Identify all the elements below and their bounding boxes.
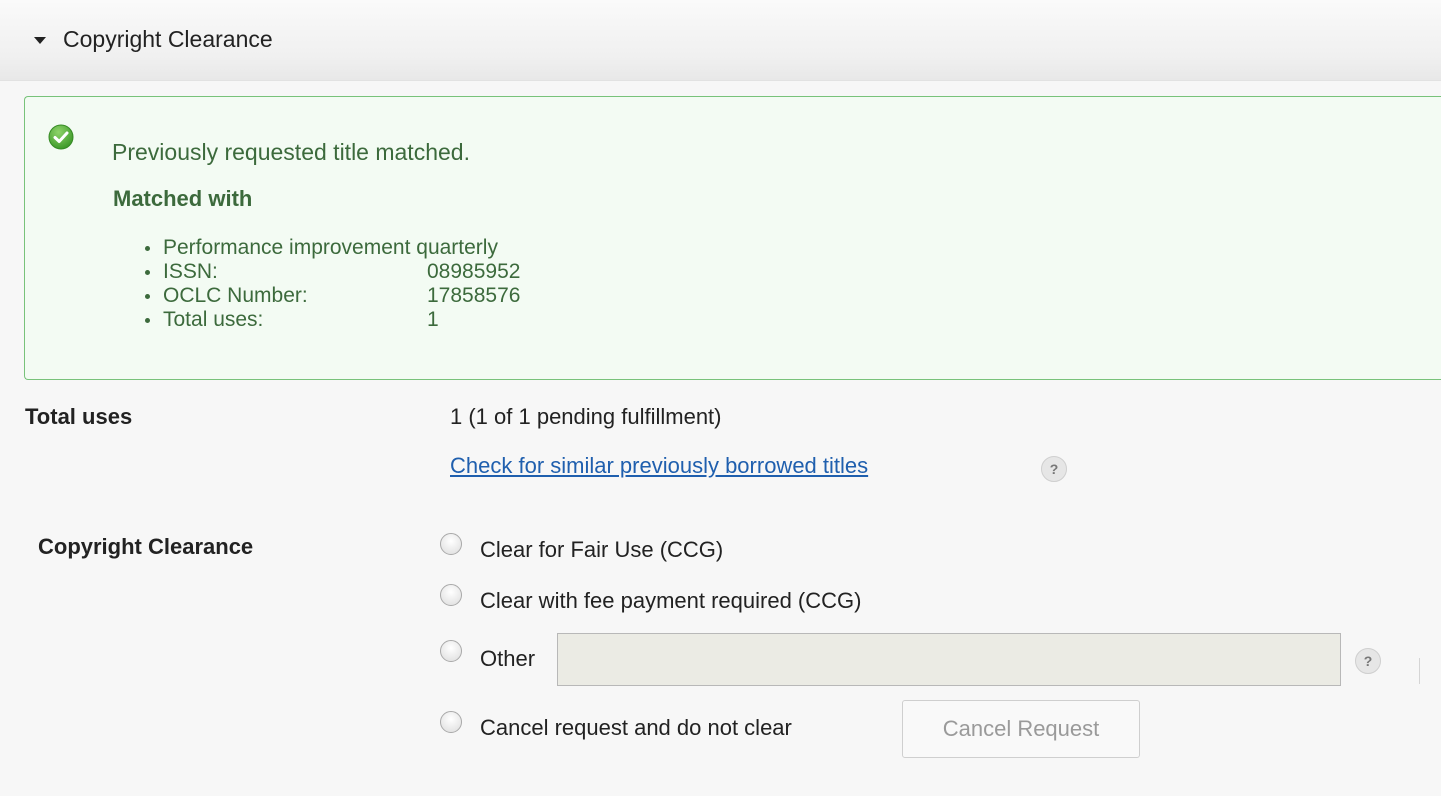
- total-uses-item-label: Total uses:: [163, 308, 264, 331]
- radio-cancel[interactable]: [440, 711, 462, 733]
- option-fair-use-label[interactable]: Clear for Fair Use (CCG): [480, 537, 723, 563]
- option-cancel-label[interactable]: Cancel request and do not clear: [480, 715, 792, 741]
- oclc-label: OCLC Number:: [163, 284, 308, 307]
- alert-message: Previously requested title matched.: [112, 139, 470, 165]
- caret-down-icon[interactable]: [34, 37, 46, 44]
- check-similar-link[interactable]: Check for similar previously borrowed ti…: [450, 453, 868, 479]
- matched-title-value: Performance improvement quarterly: [163, 236, 498, 259]
- check-circle-icon: [48, 124, 74, 150]
- radio-fee-payment[interactable]: [440, 584, 462, 606]
- issn-value: 08985952: [427, 260, 521, 283]
- radio-fair-use[interactable]: [440, 533, 462, 555]
- total-uses-item-value: 1: [427, 308, 439, 331]
- help-icon[interactable]: ?: [1041, 456, 1067, 482]
- option-fee-payment-label[interactable]: Clear with fee payment required (CCG): [480, 588, 861, 614]
- total-uses-value: 1 (1 of 1 pending fulfillment): [450, 404, 722, 429]
- section-header[interactable]: Copyright Clearance: [0, 0, 1441, 81]
- match-alert: Previously requested title matched. Matc…: [24, 96, 1441, 380]
- section-title[interactable]: Copyright Clearance: [63, 26, 273, 53]
- other-reason-input[interactable]: [557, 633, 1341, 686]
- matched-with-heading: Matched with: [113, 186, 253, 211]
- cancel-request-button[interactable]: Cancel Request: [902, 700, 1140, 758]
- help-icon[interactable]: ?: [1355, 648, 1381, 674]
- total-uses-label: Total uses: [25, 404, 133, 429]
- radio-other[interactable]: [440, 640, 462, 662]
- issn-label: ISSN:: [163, 260, 218, 283]
- divider: [1419, 658, 1420, 684]
- copyright-clearance-label: Copyright Clearance: [38, 534, 254, 559]
- oclc-value: 17858576: [427, 284, 521, 307]
- option-other-label[interactable]: Other: [480, 646, 535, 672]
